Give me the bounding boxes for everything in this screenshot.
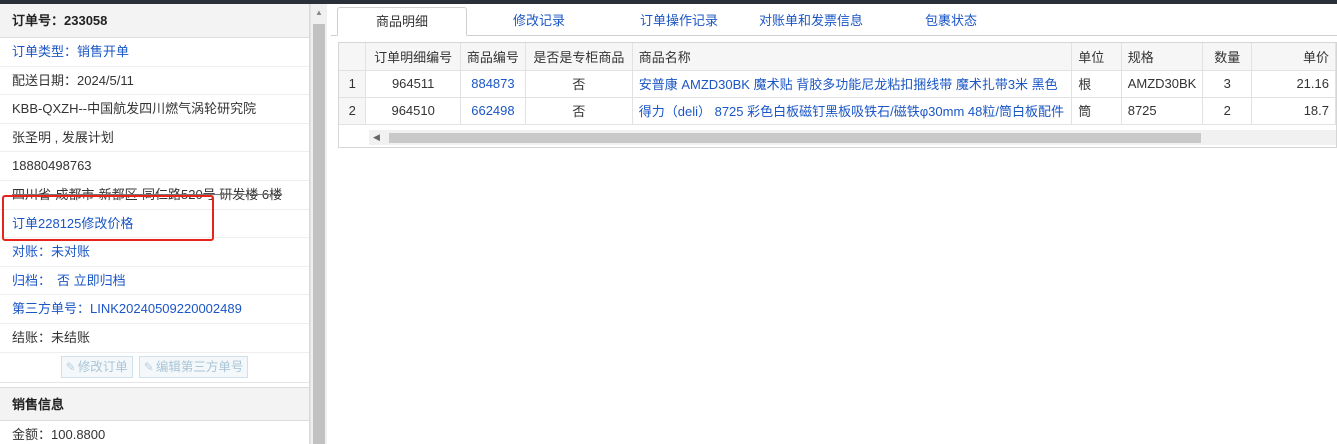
reconciliation-value[interactable]: 未对账	[51, 244, 90, 259]
product-name-link[interactable]: 安普康 AMZD30BK 魔术贴 背胶多功能尼龙粘扣捆线带 魔术扎带3米 黑色	[632, 70, 1073, 98]
row-number: 1	[339, 70, 367, 98]
horizontal-scrollbar[interactable]: ◀	[369, 130, 1336, 145]
unit-cell: 筒	[1071, 97, 1122, 125]
customer-name: KBB-QXZH--中国航发四川燃气涡轮研究院	[12, 101, 257, 117]
spec-cell: 8725	[1121, 97, 1204, 125]
amount-label: 金额：	[12, 426, 52, 442]
tab-package-status[interactable]: 包裹状态	[903, 7, 999, 36]
tab-product-details[interactable]: 商品明细	[337, 7, 467, 36]
contact-person-row: 张圣明 , 发展计划	[0, 124, 309, 153]
col-header-counter[interactable]: 是否是专柜商品	[525, 43, 633, 71]
col-header-product-name[interactable]: 商品名称	[632, 43, 1073, 71]
detail-id-cell: 964511	[365, 70, 461, 98]
scroll-left-arrow-icon[interactable]: ◀	[373, 130, 380, 145]
phone-number: 18880498763	[12, 158, 92, 174]
counter-cell: 否	[525, 97, 633, 125]
third-party-value[interactable]: LINK20240509220002489	[90, 301, 242, 316]
scroll-up-arrow-icon[interactable]: ▲	[311, 4, 327, 21]
phone-row: 18880498763	[0, 152, 309, 181]
order-type-row[interactable]: 订单类型：销售开单	[0, 38, 309, 67]
product-table: 订单明细编号 商品编号 是否是专柜商品 商品名称 单位 规格 数量 单价 1 9…	[339, 43, 1336, 125]
tab-statement-invoice[interactable]: 对账单和发票信息	[739, 7, 883, 36]
customer-name-row: KBB-QXZH--中国航发四川燃气涡轮研究院	[0, 95, 309, 124]
reconciliation-label: 对账：	[12, 244, 52, 260]
row-number: 2	[339, 97, 367, 125]
detail-panel: 商品明细 修改记录 订单操作记录 对账单和发票信息 包裹状态 订单明细编号 商品…	[331, 4, 1337, 444]
product-id-link[interactable]: 884873	[460, 70, 526, 98]
col-header-spec[interactable]: 规格	[1121, 43, 1204, 71]
col-header-detail-id[interactable]: 订单明细编号	[365, 43, 461, 71]
order-number-header: 订单号：233058	[0, 4, 309, 38]
counter-cell: 否	[525, 70, 633, 98]
settlement-label: 结账：	[12, 329, 52, 345]
price-cell: 18.7	[1251, 97, 1336, 125]
third-party-number-row[interactable]: 第三方单号：LINK20240509220002489	[0, 295, 309, 324]
archive-label: 归档：	[12, 272, 52, 288]
col-header-product-id[interactable]: 商品编号	[460, 43, 526, 71]
qty-cell: 2	[1202, 97, 1253, 125]
edit-order-button[interactable]: ✎ 修改订单	[60, 356, 133, 379]
col-header-unit[interactable]: 单位	[1071, 43, 1122, 71]
table-row[interactable]: 2 964510 662498 否 得力（deli） 8725 彩色白板磁钉黑板…	[339, 97, 1336, 125]
sales-info-header: 销售信息	[0, 386, 309, 421]
spec-cell: AMZD30BK	[1121, 70, 1204, 98]
address-row: 四川省-成都市-新都区-同仁路520号 研发楼 6楼	[0, 181, 309, 210]
product-detail-grid: 订单明细编号 商品编号 是否是专柜商品 商品名称 单位 规格 数量 单价 1 9…	[338, 42, 1337, 148]
reconciliation-row[interactable]: 对账：未对账	[0, 238, 309, 267]
col-header-price[interactable]: 单价	[1251, 43, 1336, 71]
archive-row[interactable]: 归档： 否 立即归档	[0, 267, 309, 296]
price-change-note-link[interactable]: 订单228125修改价格	[12, 216, 133, 231]
col-header-qty[interactable]: 数量	[1202, 43, 1253, 71]
archive-value[interactable]: 否 立即归档	[57, 273, 126, 288]
settlement-row: 结账：未结账	[0, 324, 309, 353]
edit-icon: ✎	[143, 360, 154, 375]
price-cell: 21.16	[1251, 70, 1336, 98]
delivery-date-row: 配送日期：2024/5/11	[0, 67, 309, 96]
amount-value: 100.8800	[51, 426, 106, 442]
tab-change-log[interactable]: 修改记录	[481, 7, 597, 36]
edit-order-label: 修改订单	[77, 360, 128, 375]
edit-icon: ✎	[65, 360, 76, 375]
tab-bar: 商品明细 修改记录 订单操作记录 对账单和发票信息 包裹状态	[331, 4, 1337, 36]
settlement-value: 未结账	[51, 329, 91, 345]
edit-third-party-button[interactable]: ✎ 编辑第三方单号	[138, 356, 249, 379]
table-row[interactable]: 1 964511 884873 否 安普康 AMZD30BK 魔术贴 背胶多功能…	[339, 70, 1336, 98]
horizontal-scrollbar-thumb[interactable]	[389, 133, 1201, 143]
scrollbar-thumb[interactable]	[313, 24, 325, 444]
amount-row: 金额：100.8800	[0, 421, 309, 444]
detail-id-cell: 964510	[365, 97, 461, 125]
address-text: 四川省-成都市-新都区-同仁路520号 研发楼 6楼	[12, 186, 283, 202]
order-type-value[interactable]: 销售开单	[77, 44, 129, 59]
contact-person: 张圣明 , 发展计划	[12, 129, 114, 145]
table-header-row: 订单明细编号 商品编号 是否是专柜商品 商品名称 单位 规格 数量 单价	[339, 43, 1336, 71]
price-change-note-row[interactable]: 订单228125修改价格	[0, 210, 309, 239]
third-party-label: 第三方单号：	[12, 301, 91, 317]
col-header-rownum	[339, 43, 367, 71]
left-panel-scrollbar[interactable]: ▲	[310, 4, 327, 444]
edit-third-party-label: 编辑第三方单号	[155, 360, 244, 375]
unit-cell: 根	[1071, 70, 1122, 98]
tab-operation-log[interactable]: 订单操作记录	[617, 7, 741, 36]
delivery-date-label: 配送日期：	[12, 72, 78, 88]
product-id-link[interactable]: 662498	[460, 97, 526, 125]
order-type-label: 订单类型：	[12, 44, 78, 59]
order-info-panel: 订单号：233058 订单类型：销售开单 配送日期：2024/5/11 KBB-…	[0, 4, 310, 444]
qty-cell: 3	[1202, 70, 1253, 98]
order-action-row: ✎ 修改订单 ✎ 编辑第三方单号	[0, 353, 309, 383]
product-name-link[interactable]: 得力（deli） 8725 彩色白板磁钉黑板吸铁石/磁铁φ30mm 48粒/筒白…	[632, 97, 1073, 125]
delivery-date-value: 2024/5/11	[77, 72, 134, 88]
